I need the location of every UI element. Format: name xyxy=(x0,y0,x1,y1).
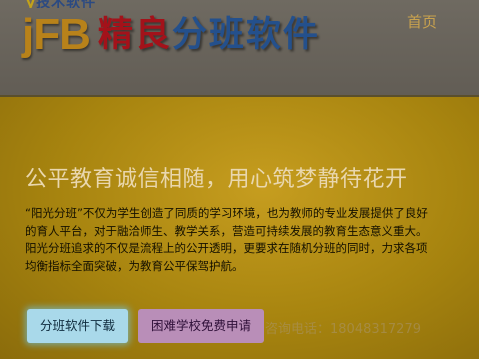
hero-description-line: 均衡指标全面突破，为教育公平保驾护航。 xyxy=(25,258,244,273)
logo-tagline-prefix: y xyxy=(26,0,37,8)
hero-description: “阳光分班”不仅为学生创造了同质的学习环境，也为教师的专业发展提供了良好 的育人… xyxy=(25,205,479,275)
hero-description-line: 的育人平台，对于融洽师生、教学关系，营造可持续发展的教育生态意义重大。 xyxy=(25,223,428,238)
site-logo[interactable]: jFB 精良分班软件 xyxy=(22,10,320,66)
logo-tagline: y技术软件 xyxy=(26,0,96,8)
logo-chinese-blue: 分班软件 xyxy=(171,15,320,55)
hero-banner: 公平教育诚信相随，用心筑梦静待花开 “阳光分班”不仅为学生创造了同质的学习环境，… xyxy=(0,97,479,359)
logo-chinese-red: 精良 xyxy=(97,15,172,55)
logo-tagline-text: 技术软件 xyxy=(36,0,97,8)
site-header: y技术软件 jFB 精良分班软件 首页 xyxy=(0,0,479,97)
hero-description-line: 阳光分班追求的不仅是流程上的公开透明，更要求在随机分班的同时，力求各项 xyxy=(25,241,428,255)
phone-watermark: 咨询电话：18048317279 xyxy=(265,322,421,337)
hero-description-line: “阳光分班”不仅为学生创造了同质的学习环境，也为教师的专业发展提供了良好 xyxy=(25,206,428,220)
hero-title: 公平教育诚信相随，用心筑梦静待花开 xyxy=(25,167,408,192)
nav-home-link[interactable]: 首页 xyxy=(407,11,437,32)
free-application-button[interactable]: 困难学校免费申请 xyxy=(138,309,264,343)
logo-chinese-text: 精良分班软件 xyxy=(98,10,320,60)
download-software-button[interactable]: 分班软件下载 xyxy=(27,309,128,343)
logo-latin-text: jFB xyxy=(22,10,91,59)
